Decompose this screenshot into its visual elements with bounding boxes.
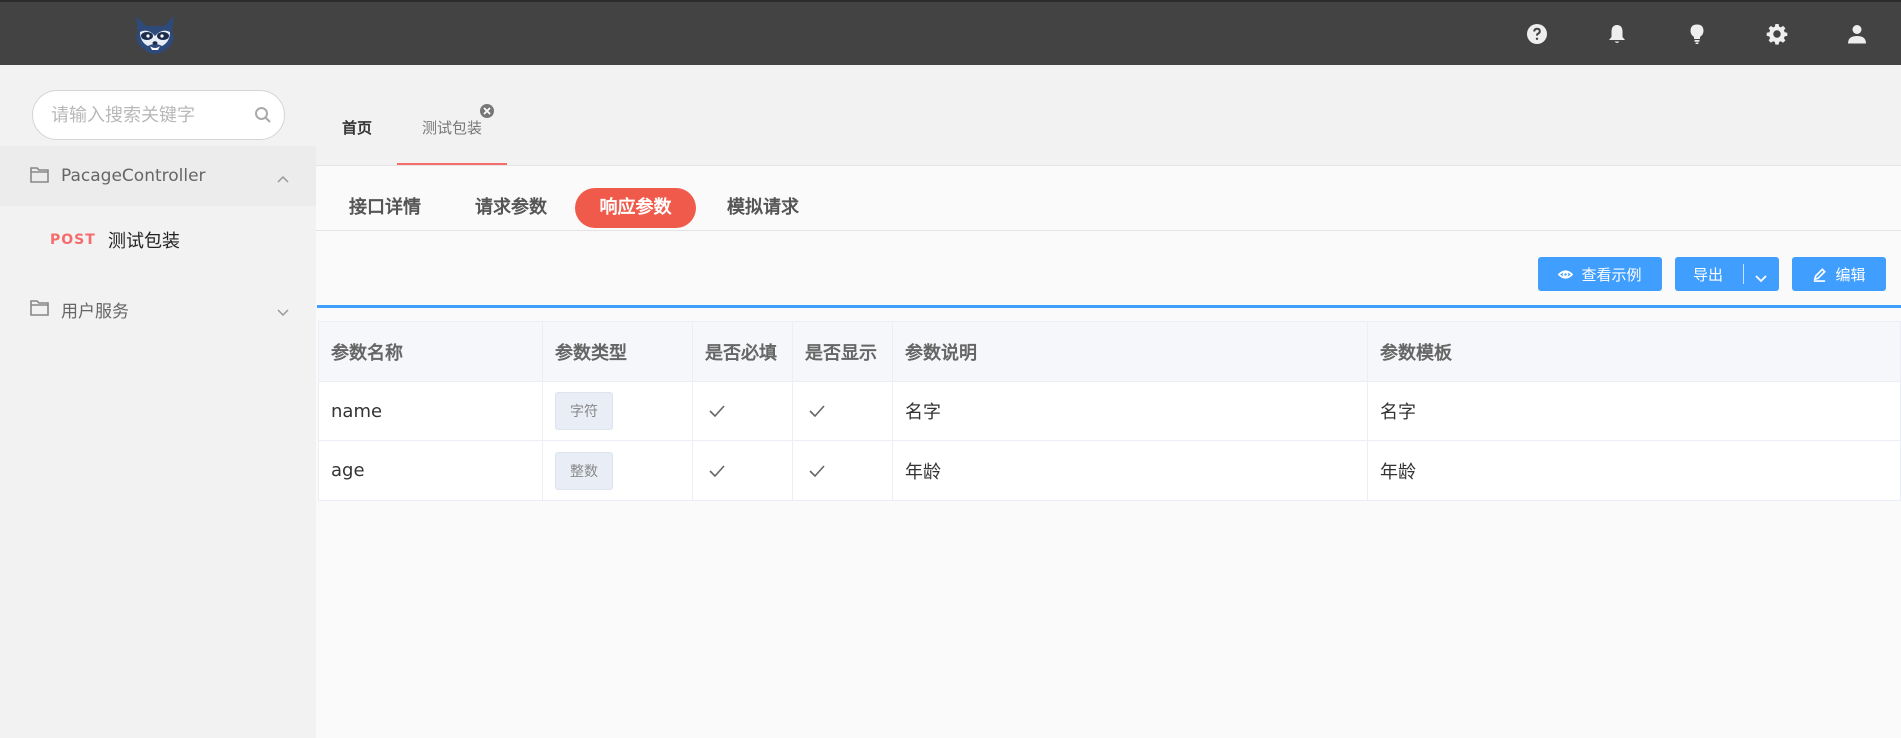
top-bar [0,0,1901,65]
tab-home[interactable]: 首页 [342,117,372,138]
param-name: name [319,382,543,440]
param-type-tag: 整数 [555,451,613,490]
view-example-label: 查看示例 [1581,265,1642,284]
help-icon[interactable] [1525,22,1549,46]
sidebar-item-test-package[interactable]: POST 测试包装 [0,215,316,265]
sidebar-group-pacagecontroller[interactable]: PacageController [0,146,316,206]
section-divider [317,305,1901,308]
sidebar-group-label: PacageController [61,166,206,186]
table-header-row: 参数名称 参数类型 是否必填 是否显示 参数说明 参数模板 [319,322,1900,382]
sidebar-group-user-service[interactable]: 用户服务 [0,279,316,339]
search-input[interactable] [51,91,241,139]
table-row: age 整数 年龄 年龄 [319,441,1900,500]
check-icon [809,464,825,477]
tab-response-params[interactable]: 响应参数 [575,188,696,228]
param-type-cell: 字符 [543,382,693,440]
tab-mock-request[interactable]: 模拟请求 [726,188,800,228]
tab-request-params[interactable]: 请求参数 [474,188,548,228]
main-content: 首页 测试包装 接口详情 请求参数 响应参数 模拟请求 查看示例 导出 编辑 参… [316,65,1901,738]
page-tab-bar: 首页 测试包装 [316,65,1901,166]
required-cell [693,441,793,500]
edit-button[interactable]: 编辑 [1792,257,1886,291]
toolbar: 查看示例 导出 编辑 [316,231,1901,309]
top-icons [1525,2,1869,65]
eye-icon [1558,269,1574,279]
param-template: 年龄 [1380,461,1416,483]
column-header: 参数名称 [319,322,543,381]
chevron-up-icon[interactable] [276,169,290,183]
view-example-button[interactable]: 查看示例 [1538,257,1662,291]
check-icon [709,405,725,417]
check-icon [809,405,825,417]
visible-cell [793,382,893,440]
detail-tabs: 接口详情 请求参数 响应参数 模拟请求 [316,166,1901,231]
button-divider [1743,264,1744,284]
close-icon[interactable] [480,104,494,118]
chevron-down-icon[interactable] [1755,269,1767,283]
active-tab-indicator [397,163,507,165]
user-icon[interactable] [1845,22,1869,46]
tab-api-details[interactable]: 接口详情 [348,188,422,228]
param-type-tag: 字符 [555,392,613,430]
column-header: 是否必填 [693,322,793,381]
column-header: 参数类型 [543,322,693,381]
sidebar-group-label: 用户服务 [61,301,129,322]
response-params-table: 参数名称 参数类型 是否必填 是否显示 参数说明 参数模板 name 字符 名字… [318,321,1901,501]
table-row: name 字符 名字 名字 [319,382,1900,441]
search-box [32,90,285,140]
sidebar: PacageController POST 测试包装 用户服务 [0,65,316,738]
export-button[interactable]: 导出 [1675,257,1779,291]
column-header: 参数说明 [893,322,1368,381]
sidebar-item-label: 测试包装 [108,231,180,252]
pencil-icon [1814,267,1827,282]
column-header: 是否显示 [793,322,893,381]
folder-open-icon [30,166,50,184]
param-template: 名字 [1380,402,1416,423]
search-icon[interactable] [254,106,272,124]
param-description: 名字 [893,382,1368,440]
tab-test-package[interactable]: 测试包装 [422,117,482,138]
chevron-down-icon[interactable] [276,302,290,317]
visible-cell [793,441,893,500]
check-icon [709,464,725,477]
folder-icon [30,299,50,317]
export-label: 导出 [1693,265,1724,284]
raccoon-logo-icon[interactable] [130,12,180,56]
bulb-icon[interactable] [1685,22,1709,46]
param-type-cell: 整数 [543,441,693,500]
gear-icon[interactable] [1765,22,1789,46]
http-method-badge: POST [50,232,96,248]
param-name: age [319,441,543,500]
bell-icon[interactable] [1605,22,1629,46]
column-header: 参数模板 [1380,342,1452,364]
param-description: 年龄 [893,441,1368,500]
required-cell [693,382,793,440]
edit-label: 编辑 [1835,265,1866,284]
